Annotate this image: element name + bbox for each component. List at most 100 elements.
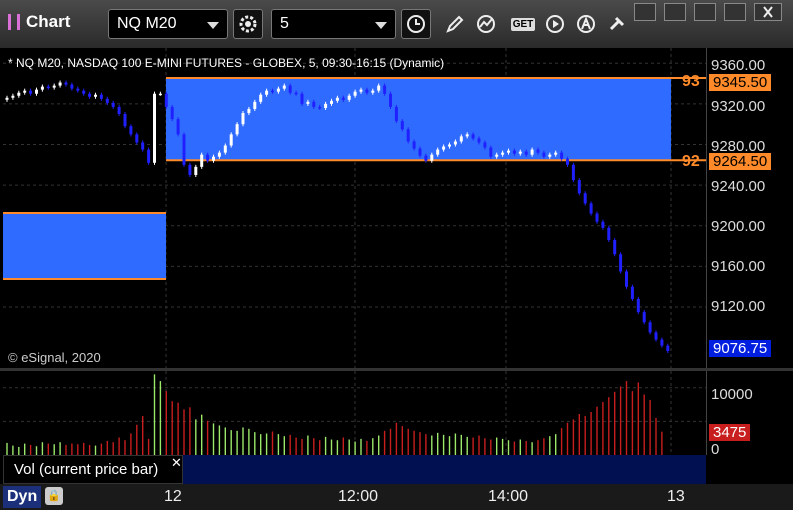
candle-body [471, 134, 475, 139]
candle-body [524, 151, 528, 155]
symbol-dropdown[interactable]: NQ M20 [108, 9, 228, 39]
candle-body [459, 136, 463, 142]
time-tick: 12 [164, 488, 182, 505]
volume-axis: 10000 0 3475 [706, 371, 793, 458]
candle-body [70, 84, 74, 89]
minimize-button[interactable] [664, 3, 686, 21]
candle-body [324, 103, 328, 108]
candle-body [601, 221, 605, 228]
candle-body [465, 134, 469, 137]
pencil-icon[interactable] [440, 9, 470, 39]
dynamic-mode-label[interactable]: Dyn [3, 486, 42, 508]
level-92-price-tag: 9264.50 [709, 153, 772, 170]
candle-body [253, 101, 257, 109]
candle-body [595, 213, 599, 222]
candle-body [99, 94, 103, 99]
time-axis[interactable]: 12 12:00 14:00 13 [0, 484, 793, 510]
candle-body [265, 90, 269, 95]
level-93-label: 93 [682, 73, 700, 90]
volume-study-label[interactable]: Vol (current price bar) [3, 455, 183, 484]
price-panel[interactable] [3, 48, 706, 368]
candle-body [312, 101, 316, 107]
candle-body [123, 114, 127, 127]
candle-body [347, 95, 351, 100]
candle-body [507, 150, 510, 153]
share-icon[interactable] [602, 9, 632, 39]
clock-icon[interactable] [401, 9, 431, 39]
maximize-button[interactable] [724, 3, 746, 21]
candle-body [400, 121, 404, 130]
price-tick: 9200.00 [711, 218, 766, 235]
candle-body [501, 152, 505, 155]
candle-body [365, 89, 369, 93]
candle-body [271, 90, 274, 93]
candle-body [52, 85, 56, 88]
close-button[interactable] [754, 3, 782, 21]
candle-body [35, 89, 38, 94]
candle-body [371, 90, 375, 93]
close-study-icon[interactable]: ✕ [171, 455, 182, 471]
candle-body [288, 85, 292, 93]
candle-body [129, 126, 133, 135]
price-axis[interactable]: 9360.00 9320.00 9280.00 9240.00 9200.00 … [706, 48, 793, 368]
chevron-down-icon [207, 22, 219, 29]
candle-body [666, 345, 670, 351]
alert-icon[interactable] [571, 9, 601, 39]
candle-body [560, 152, 564, 159]
candle-body [583, 193, 587, 204]
candle-body [448, 144, 451, 147]
candle-body [76, 88, 80, 91]
interval-dropdown[interactable]: 5 [271, 9, 396, 39]
candle-body [548, 154, 552, 157]
candle-body [147, 149, 151, 163]
candle-body [453, 141, 457, 145]
candle-body [182, 134, 186, 165]
candle-body [477, 138, 481, 143]
chevron-down-icon [375, 22, 387, 29]
candle-body [164, 93, 168, 107]
candle-body [170, 106, 174, 120]
symbol-description: * NQ M20, NASDAQ 100 E-MINI FUTURES - GL… [8, 56, 445, 70]
candle-body [359, 89, 363, 92]
candle-body [654, 332, 658, 340]
candle-body [377, 85, 381, 91]
candle-body [530, 149, 534, 155]
candle-body [536, 149, 540, 153]
settings-gear-icon[interactable] [233, 9, 263, 39]
candle-body [660, 339, 664, 346]
candle-body [17, 92, 21, 96]
restore-button[interactable] [694, 3, 716, 21]
candle-body [353, 91, 357, 96]
candle-body [418, 148, 422, 156]
get-icon[interactable]: GET [505, 9, 541, 39]
current-price-tag: 9076.75 [709, 340, 772, 357]
time-tick: 14:00 [488, 488, 529, 505]
link-window-button[interactable] [634, 3, 656, 21]
candle-body [282, 85, 286, 89]
play-icon[interactable] [540, 9, 570, 39]
candle-body [82, 90, 86, 94]
copyright-text: © eSignal, 2020 [8, 350, 101, 365]
candle-body [607, 227, 611, 240]
candle-body [394, 106, 398, 122]
candle-body [200, 154, 204, 167]
candle-body [436, 149, 440, 155]
volume-chart[interactable] [3, 371, 706, 455]
price-tick: 9320.00 [711, 98, 766, 115]
price-chart[interactable] [3, 48, 706, 368]
volume-panel[interactable] [3, 371, 706, 455]
candle-body [554, 152, 558, 155]
candle-body [158, 93, 162, 96]
candle-body [483, 142, 487, 148]
interval-value: 5 [280, 15, 289, 32]
candle-body [636, 298, 640, 313]
candle-body [276, 88, 280, 92]
candle-body [58, 82, 62, 86]
lock-icon[interactable]: 🔒 [45, 487, 63, 505]
candle-body [135, 134, 139, 143]
current-volume-tag: 3475 [709, 424, 751, 441]
candle-body [194, 166, 198, 175]
symbol-value: NQ M20 [117, 15, 177, 32]
indicator-icon[interactable] [472, 9, 502, 39]
candle-body [430, 154, 434, 161]
